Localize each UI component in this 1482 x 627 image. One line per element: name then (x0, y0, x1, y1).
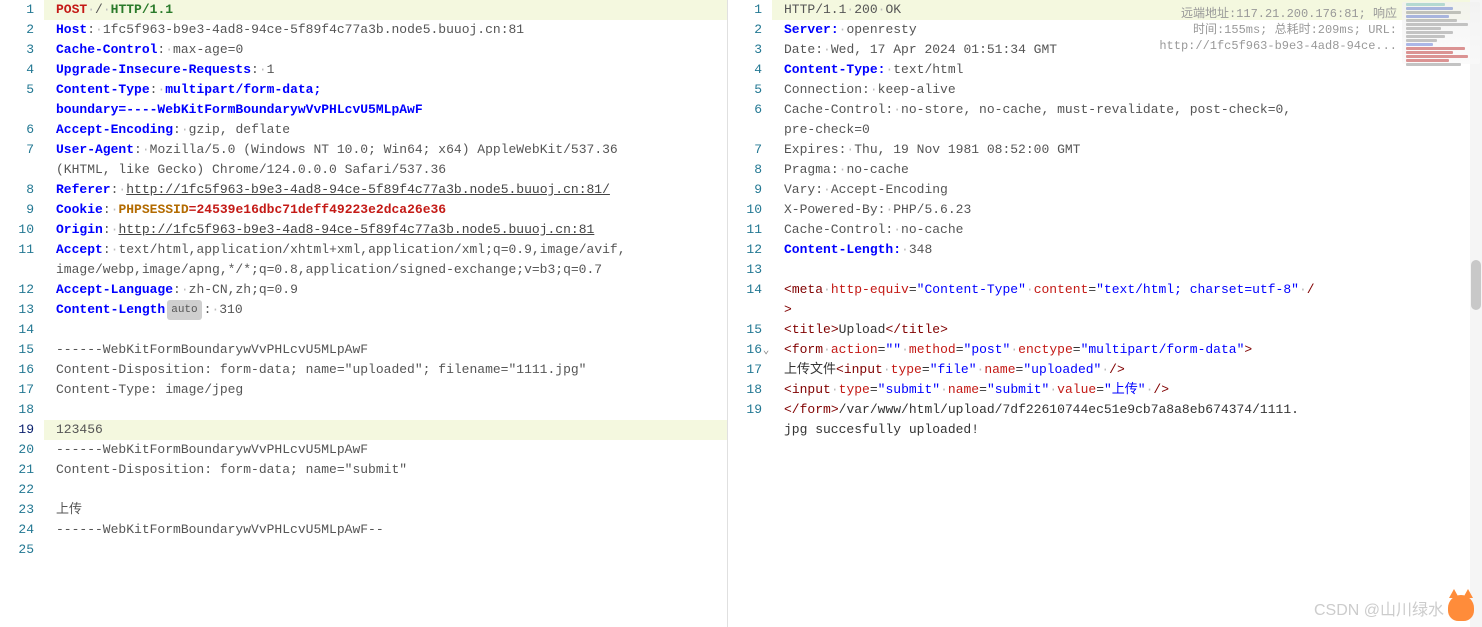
code-row[interactable]: Pragma:·no-cache (772, 160, 1482, 180)
code-row[interactable] (44, 540, 727, 560)
code-row[interactable]: User-Agent:·Mozilla/5.0 (Windows NT 10.0… (44, 140, 727, 160)
code-row[interactable]: Vary:·Accept-Encoding (772, 180, 1482, 200)
code-row[interactable]: ------WebKitFormBoundarywVvPHLcvU5MLpAwF (44, 440, 727, 460)
code-row[interactable]: Content-Length:·348 (772, 240, 1482, 260)
code-row[interactable]: Cache-Control:·max-age=0 (44, 40, 727, 60)
code-row[interactable]: <input·type="submit"·name="submit"·value… (772, 380, 1482, 400)
code-row[interactable] (44, 480, 727, 500)
code-row[interactable]: Accept:·text/html,application/xhtml+xml,… (44, 240, 727, 260)
response-pane[interactable]: 远端地址:117.21.200.176:81; 响应 时间:155ms; 总耗时… (728, 0, 1482, 627)
code-row[interactable]: Host:·1fc5f963-b9e3-4ad8-94ce-5f89f4c77a… (44, 20, 727, 40)
code-row[interactable]: <meta·http-equiv="Content-Type"·content=… (772, 280, 1482, 300)
code-row[interactable] (44, 400, 727, 420)
response-meta-overlay: 远端地址:117.21.200.176:81; 响应 时间:155ms; 总耗时… (1159, 6, 1397, 54)
fox-icon (1448, 595, 1474, 621)
main-split: 1234567891011121314151617181920212223242… (0, 0, 1482, 627)
code-row[interactable]: ------WebKitFormBoundarywVvPHLcvU5MLpAwF… (44, 520, 727, 540)
response-code[interactable]: HTTP/1.1·200·OK Server:·openresty Date:·… (772, 0, 1482, 440)
code-row[interactable]: Content-Type: image/jpeg (44, 380, 727, 400)
code-row-active[interactable]: 123456 (44, 420, 727, 440)
code-row[interactable]: Content-Disposition: form-data; name="up… (44, 360, 727, 380)
code-row[interactable]: Connection:·keep-alive (772, 80, 1482, 100)
scrollbar-thumb[interactable] (1471, 260, 1481, 310)
code-row[interactable]: (KHTML, like Gecko) Chrome/124.0.0.0 Saf… (44, 160, 727, 180)
scrollbar-track[interactable] (1470, 0, 1482, 627)
code-row[interactable]: Expires:·Thu, 19 Nov 1981 08:52:00 GMT (772, 140, 1482, 160)
code-row[interactable]: Content-Lengthauto:·310 (44, 300, 727, 320)
code-row[interactable]: Accept-Encoding:·gzip, deflate (44, 120, 727, 140)
code-row[interactable]: Origin:·http://1fc5f963-b9e3-4ad8-94ce-5… (44, 220, 727, 240)
code-row[interactable]: Cache-Control:·no-store, no-cache, must-… (772, 100, 1482, 120)
code-row[interactable]: Content-Type:·multipart/form-data; (44, 80, 727, 100)
minimap[interactable] (1402, 2, 1480, 64)
code-row[interactable]: Referer:·http://1fc5f963-b9e3-4ad8-94ce-… (44, 180, 727, 200)
code-row[interactable]: 上传 (44, 500, 727, 520)
code-row[interactable]: Content-Type:·text/html (772, 60, 1482, 80)
code-row[interactable]: boundary=----WebKitFormBoundarywVvPHLcvU… (44, 100, 727, 120)
code-row[interactable] (772, 260, 1482, 280)
response-gutter: 12345678910111213141516171819 (728, 0, 772, 627)
code-row[interactable]: X-Powered-By:·PHP/5.6.23 (772, 200, 1482, 220)
code-row[interactable]: jpg succesfully uploaded! (772, 420, 1482, 440)
code-row[interactable]: Cache-Control:·no-cache (772, 220, 1482, 240)
code-row[interactable]: Content-Disposition: form-data; name="su… (44, 460, 727, 480)
code-row[interactable]: image/webp,image/apng,*/*;q=0.8,applicat… (44, 260, 727, 280)
code-row[interactable]: Accept-Language:·zh-CN,zh;q=0.9 (44, 280, 727, 300)
code-row[interactable]: POST·/·HTTP/1.1 (44, 0, 727, 20)
code-row[interactable]: ⌄<form·action=""·method="post"·enctype="… (772, 340, 1482, 360)
request-gutter: 1234567891011121314151617181920212223242… (0, 0, 44, 627)
request-pane[interactable]: 1234567891011121314151617181920212223242… (0, 0, 728, 627)
code-row[interactable]: Cookie:·PHPSESSID=24539e16dbc71deff49223… (44, 200, 727, 220)
code-row[interactable]: Upgrade-Insecure-Requests:·1 (44, 60, 727, 80)
code-row[interactable]: <title>Upload</title> (772, 320, 1482, 340)
fold-icon[interactable]: ⌄ (760, 341, 772, 361)
code-row[interactable]: pre-check=0 (772, 120, 1482, 140)
auto-badge: auto (167, 300, 201, 320)
code-row[interactable]: ------WebKitFormBoundarywVvPHLcvU5MLpAwF (44, 340, 727, 360)
request-code[interactable]: POST·/·HTTP/1.1 Host:·1fc5f963-b9e3-4ad8… (44, 0, 727, 560)
code-row[interactable] (44, 320, 727, 340)
code-row[interactable]: > (772, 300, 1482, 320)
watermark: CSDN @山川绿水 (1314, 595, 1474, 621)
code-row[interactable]: </form>/var/www/html/upload/7df22610744e… (772, 400, 1482, 420)
code-row[interactable]: 上传文件<input·type="file"·name="uploaded"·/… (772, 360, 1482, 380)
